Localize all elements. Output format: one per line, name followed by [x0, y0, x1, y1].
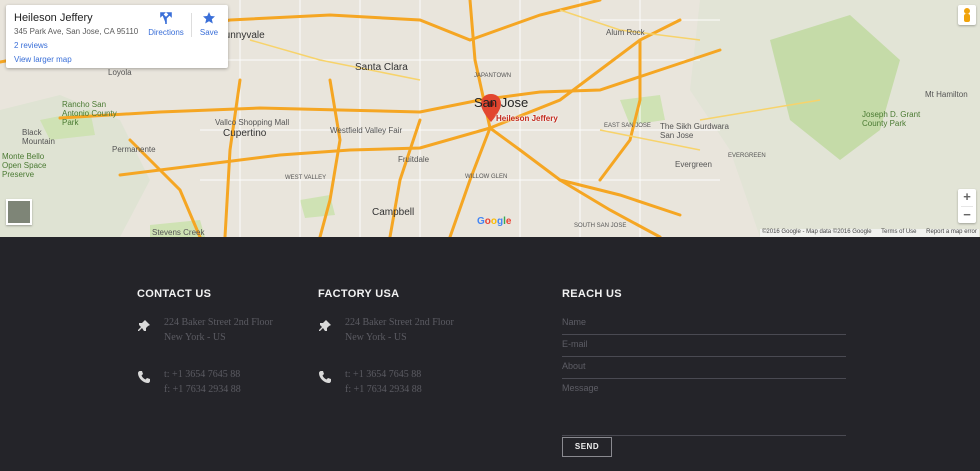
factory-usa-title: FACTORY USA [318, 288, 400, 300]
contact-phones: t: +1 3654 7645 88 f: +1 7634 2934 88 [164, 367, 241, 397]
view-larger-map-link[interactable]: View larger map [14, 55, 72, 64]
zoom-out-button[interactable]: − [958, 207, 976, 224]
pin-icon [319, 320, 331, 331]
place-address: 345 Park Ave, San Jose, CA 95110 [14, 27, 139, 36]
email-placeholder: E-mail [562, 339, 588, 349]
contact-address-line1: 224 Baker Street 2nd Floor [164, 317, 273, 328]
factory-address-line2: New York - US [345, 332, 407, 343]
map-label-alum-rock: Alum Rock [606, 28, 645, 37]
embedded-map[interactable]: San Jose Santa Clara Sunnyvale Cupertino… [0, 0, 980, 237]
card-divider [191, 13, 192, 37]
map-label-permanente: Permanente [112, 145, 156, 154]
site-footer: CONTACT US 224 Baker Street 2nd Floor Ne… [0, 237, 980, 471]
save-label: Save [199, 28, 219, 37]
contact-phone: t: +1 3654 7645 88 [164, 369, 241, 380]
map-label-south-san-jose: SOUTH SAN JOSE [574, 223, 627, 229]
map-place-card: Heileson Jeffery 345 Park Ave, San Jose,… [6, 5, 228, 68]
factory-phone: t: +1 3654 7645 88 [345, 369, 422, 380]
send-button[interactable]: SEND [562, 437, 612, 457]
map-label-monte-bello: Monte Bello Open Space Preserve [2, 152, 47, 179]
map-label-east-san-jose: EAST SAN JOSE [604, 123, 651, 129]
directions-label: Directions [148, 28, 184, 37]
contact-address-line2: New York - US [164, 332, 226, 343]
report-error-link[interactable]: Report a map error [926, 229, 977, 235]
zoom-controls: + − [958, 189, 976, 223]
map-label-campbell: Campbell [372, 207, 415, 218]
star-icon [203, 12, 215, 24]
map-label-loyola: Loyola [108, 68, 132, 77]
reviews-link[interactable]: 2 reviews [14, 41, 48, 50]
factory-address: 224 Baker Street 2nd Floor New York - US [345, 315, 454, 345]
map-copyright: ©2016 Google - Map data ©2016 Google [762, 229, 872, 235]
directions-button[interactable]: Directions [148, 11, 184, 37]
map-label-evergreen: Evergreen [675, 160, 712, 169]
directions-icon [160, 12, 172, 24]
factory-phones: t: +1 3654 7645 88 f: +1 7634 2934 88 [345, 367, 422, 397]
about-placeholder: About [562, 361, 586, 371]
map-label-fruitdale: Fruitdale [398, 155, 430, 164]
message-placeholder: Message [562, 383, 599, 393]
map-label-santa-clara: Santa Clara [355, 62, 408, 73]
map-label-west-valley: WEST VALLEY [285, 175, 327, 181]
map-label-black-mountain: Black Mountain [22, 128, 55, 146]
map-pin-label[interactable]: Heileson Jeffery [496, 114, 558, 123]
about-field[interactable]: About [562, 359, 846, 379]
contact-us-title: CONTACT US [137, 288, 212, 300]
map-label-japantown: JAPANTOWN [474, 73, 512, 79]
map-label-evergreen-area: EVERGREEN [728, 153, 766, 159]
map-label-mt-hamilton: Mt Hamilton [925, 90, 968, 99]
street-view-pegman[interactable] [958, 5, 976, 25]
map-label-grant-park: Joseph D. Grant County Park [862, 110, 921, 128]
map-label-gurdwara: The Sikh Gurdwara San Jose [660, 122, 729, 140]
place-name: Heileson Jeffery [14, 12, 93, 24]
phone-icon [138, 371, 150, 383]
google-logo: Google [477, 216, 512, 227]
map-label-willow-glen: WILLOW GLEN [465, 174, 508, 180]
email-field[interactable]: E-mail [562, 337, 846, 357]
map-label-westfield: Westfield Valley Fair [330, 126, 403, 135]
map-attribution: ©2016 Google - Map data ©2016 Google Ter… [760, 229, 979, 237]
name-field[interactable]: Name [562, 315, 846, 335]
satellite-toggle[interactable] [6, 199, 32, 225]
phone-icon [319, 371, 331, 383]
name-placeholder: Name [562, 317, 587, 327]
pegman-icon [964, 8, 970, 22]
zoom-in-button[interactable]: + [958, 189, 976, 206]
map-label-cupertino: Cupertino [223, 128, 267, 139]
contact-address: 224 Baker Street 2nd Floor New York - US [164, 315, 273, 345]
save-button[interactable]: Save [195, 11, 223, 37]
message-field[interactable]: Message [562, 381, 846, 436]
factory-fax: f: +1 7634 2934 88 [345, 384, 422, 395]
map-label-san-jose: San Jose [474, 95, 529, 110]
map-label-rancho: Rancho San Antonio County Park [62, 100, 117, 127]
pin-icon [138, 320, 150, 331]
map-label-vallco: Vallco Shopping Mall [215, 118, 290, 127]
map-label-stevens-creek: Stevens Creek [152, 228, 205, 237]
reach-us-title: REACH US [562, 288, 622, 300]
contact-fax: f: +1 7634 2934 88 [164, 384, 241, 395]
terms-link[interactable]: Terms of Use [881, 229, 916, 235]
factory-address-line1: 224 Baker Street 2nd Floor [345, 317, 454, 328]
